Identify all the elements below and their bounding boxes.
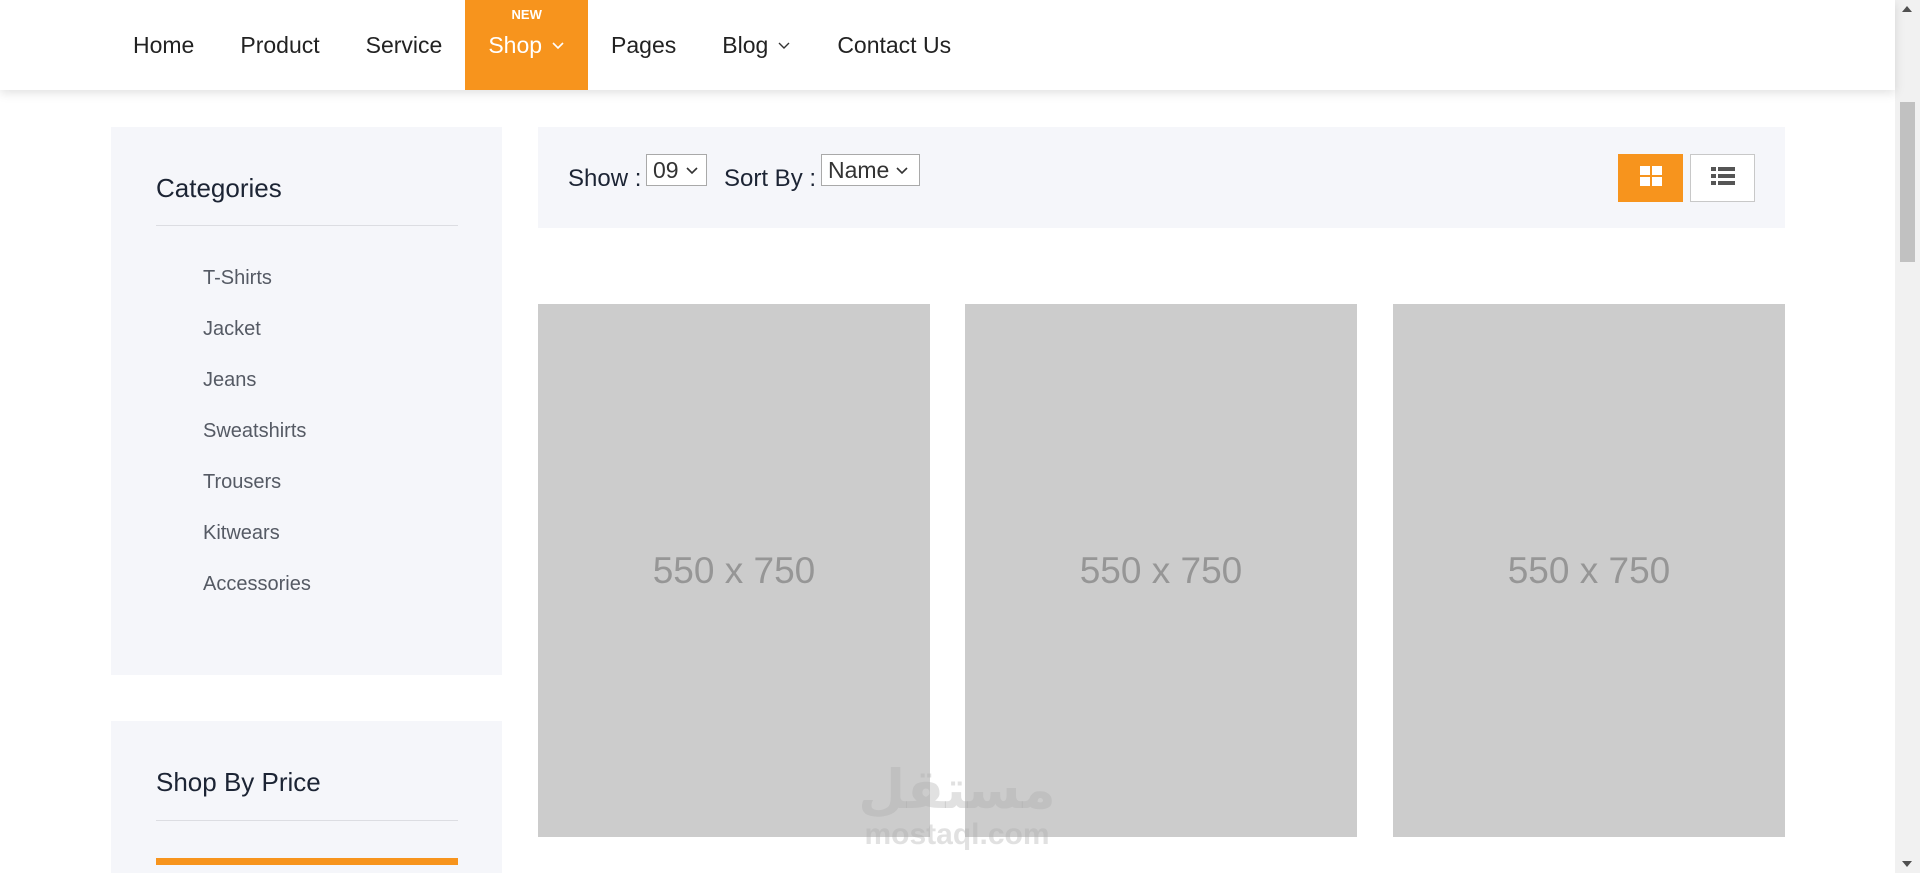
nav-item-label: Shop bbox=[488, 31, 543, 58]
list-view-button[interactable] bbox=[1690, 154, 1755, 202]
divider bbox=[156, 820, 458, 821]
grid-icon bbox=[1639, 165, 1662, 191]
category-item-sweatshirts[interactable]: Sweatshirts bbox=[203, 420, 311, 471]
nav-item-blog[interactable]: Blog bbox=[699, 0, 814, 90]
chevron-down-icon bbox=[685, 165, 699, 175]
scroll-thumb[interactable] bbox=[1900, 102, 1915, 262]
price-range-slider[interactable] bbox=[156, 858, 458, 865]
shop-toolbar: Show : 09 Sort By : Name bbox=[538, 127, 1785, 228]
nav-item-label: Home bbox=[133, 31, 195, 58]
nav-item-product[interactable]: Product bbox=[217, 0, 342, 90]
nav-item-label: Product bbox=[240, 31, 320, 58]
show-count-select[interactable]: 09 bbox=[646, 154, 707, 186]
category-item-jacket[interactable]: Jacket bbox=[203, 318, 311, 369]
nav-item-pages[interactable]: Pages bbox=[588, 0, 699, 90]
product-card[interactable]: 550 x 750 bbox=[965, 304, 1357, 837]
category-item-accessories[interactable]: Accessories bbox=[203, 573, 311, 624]
category-item-kitwears[interactable]: Kitwears bbox=[203, 522, 311, 573]
scroll-down-icon[interactable] bbox=[1902, 861, 1912, 867]
sort-by-value: Name bbox=[828, 156, 890, 183]
chevron-down-icon bbox=[551, 40, 565, 50]
show-count-value: 09 bbox=[653, 156, 679, 183]
nav-item-shop[interactable]: NEW Shop bbox=[465, 0, 589, 90]
category-list: T-Shirts Jacket Jeans Sweatshirts Trouse… bbox=[203, 267, 311, 624]
nav-item-service[interactable]: Service bbox=[343, 0, 466, 90]
nav-item-contact-us[interactable]: Contact Us bbox=[814, 0, 974, 90]
new-badge: NEW bbox=[511, 7, 542, 22]
chevron-down-icon bbox=[777, 40, 791, 50]
divider bbox=[156, 225, 458, 226]
category-item-jeans[interactable]: Jeans bbox=[203, 369, 311, 420]
categories-widget: Categories T-Shirts Jacket Jeans Sweatsh… bbox=[111, 127, 502, 675]
nav-item-label: Contact Us bbox=[837, 31, 952, 58]
main-header: Home Product Service NEW Shop Pages Blog… bbox=[0, 0, 1895, 90]
product-card[interactable]: 550 x 750 bbox=[538, 304, 930, 837]
category-item-t-shirts[interactable]: T-Shirts bbox=[203, 267, 311, 318]
nav-item-label: Blog bbox=[722, 31, 769, 58]
chevron-down-icon bbox=[895, 165, 909, 175]
price-title: Shop By Price bbox=[156, 767, 321, 797]
product-image-placeholder: 550 x 750 bbox=[1079, 549, 1243, 591]
nav-item-label: Service bbox=[365, 31, 443, 58]
grid-view-button[interactable] bbox=[1618, 154, 1683, 202]
price-widget: Shop By Price bbox=[111, 721, 502, 873]
page-scrollbar[interactable] bbox=[1895, 0, 1920, 873]
scroll-up-icon[interactable] bbox=[1902, 6, 1912, 12]
main-nav: Home Product Service NEW Shop Pages Blog… bbox=[110, 0, 974, 90]
product-image-placeholder: 550 x 750 bbox=[652, 549, 816, 591]
categories-title: Categories bbox=[156, 173, 282, 203]
product-image-placeholder: 550 x 750 bbox=[1507, 549, 1671, 591]
category-item-trousers[interactable]: Trousers bbox=[203, 471, 311, 522]
sort-label: Sort By : bbox=[724, 165, 817, 192]
nav-item-label: Pages bbox=[611, 31, 677, 58]
show-label: Show : bbox=[568, 165, 642, 192]
nav-item-home[interactable]: Home bbox=[110, 0, 217, 90]
product-card[interactable]: 550 x 750 bbox=[1393, 304, 1785, 837]
sort-by-select[interactable]: Name bbox=[821, 154, 920, 186]
list-icon bbox=[1710, 166, 1735, 191]
